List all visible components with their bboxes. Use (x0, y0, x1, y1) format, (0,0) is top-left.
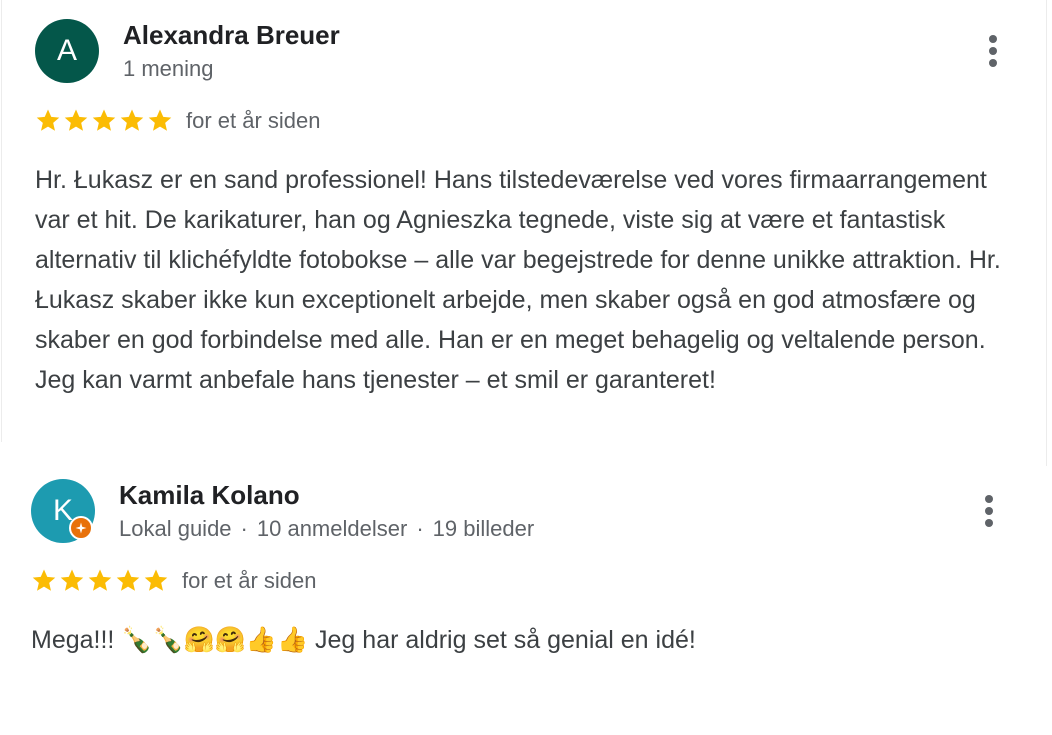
star-icon (88, 569, 112, 591)
avatar[interactable]: A (35, 19, 99, 83)
star-icon (64, 109, 88, 131)
local-guide-badge-icon (69, 516, 93, 540)
review-card: K Kamila Kolano Lokal guide · 10 anmeldels… (0, 456, 1052, 735)
star-icon (36, 109, 60, 131)
reviewer-name[interactable]: Alexandra Breuer (123, 20, 340, 51)
review-text: Hr. Łukasz er en sand professionel! Hans… (35, 166, 1001, 394)
star-icon (144, 569, 168, 591)
reviewer-name[interactable]: Kamila Kolano (119, 480, 300, 511)
star-icon (92, 109, 116, 131)
rating-row: for et år siden (34, 107, 321, 137)
review-date: for et år siden (182, 567, 317, 593)
more-vert-icon (985, 495, 993, 503)
photo-count: 19 billeder (432, 516, 535, 541)
star-icon (120, 109, 144, 131)
star-icon (60, 569, 84, 591)
star-rating (30, 567, 170, 594)
review-text: Mega!!! 🍾🍾🤗🤗👍👍 Jeg har aldrig set så gen… (31, 626, 696, 654)
star-rating (34, 107, 174, 134)
more-options-button[interactable] (975, 489, 1003, 533)
star-icon (32, 569, 56, 591)
separator: · (240, 516, 248, 541)
more-vert-icon (989, 35, 997, 43)
rating-row: for et år siden (30, 567, 317, 597)
local-guide-label: Lokal guide (119, 516, 232, 541)
star-icon (116, 569, 140, 591)
review-count: 10 anmeldelser (256, 516, 408, 541)
more-options-button[interactable] (979, 29, 1007, 73)
review-card: A Alexandra Breuer 1 mening for et år si… (0, 0, 1052, 442)
reviewer-meta: 1 mening (123, 56, 214, 82)
review-count: 1 mening (123, 56, 214, 81)
reviewer-meta: Lokal guide · 10 anmeldelser · 19 billeder (119, 516, 534, 542)
separator: · (416, 516, 424, 541)
review-date: for et år siden (186, 107, 321, 133)
star-icon (148, 109, 172, 131)
